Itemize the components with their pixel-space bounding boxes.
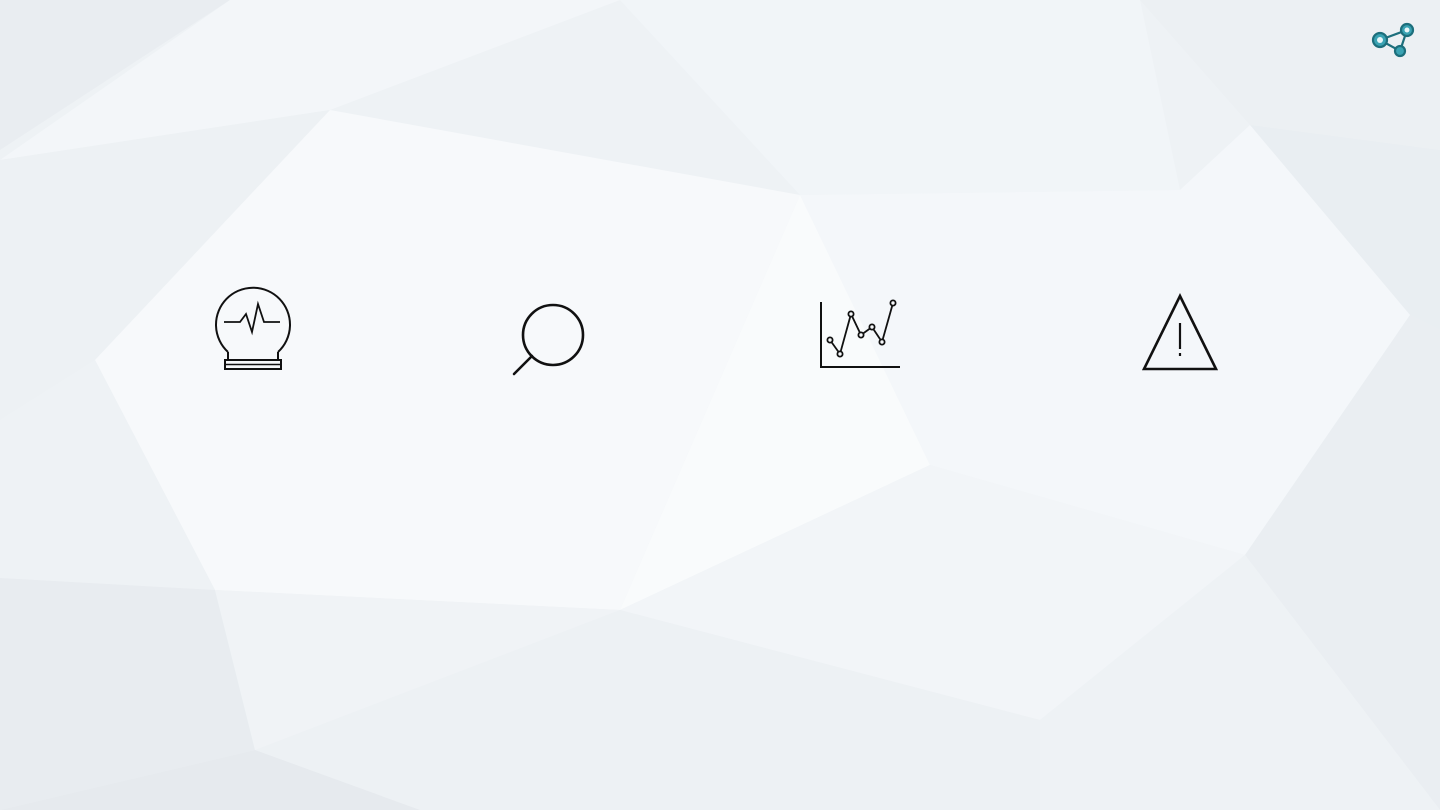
- line-chart-icon: [814, 296, 906, 372]
- slide: [0, 0, 1440, 810]
- warning-triangle-icon: [1140, 292, 1220, 372]
- magnifier-search-icon: [508, 298, 590, 378]
- faceted-background: [0, 0, 1440, 810]
- network-nodes-logo: [1368, 18, 1420, 62]
- crystal-ball-pulse-icon: [210, 284, 296, 374]
